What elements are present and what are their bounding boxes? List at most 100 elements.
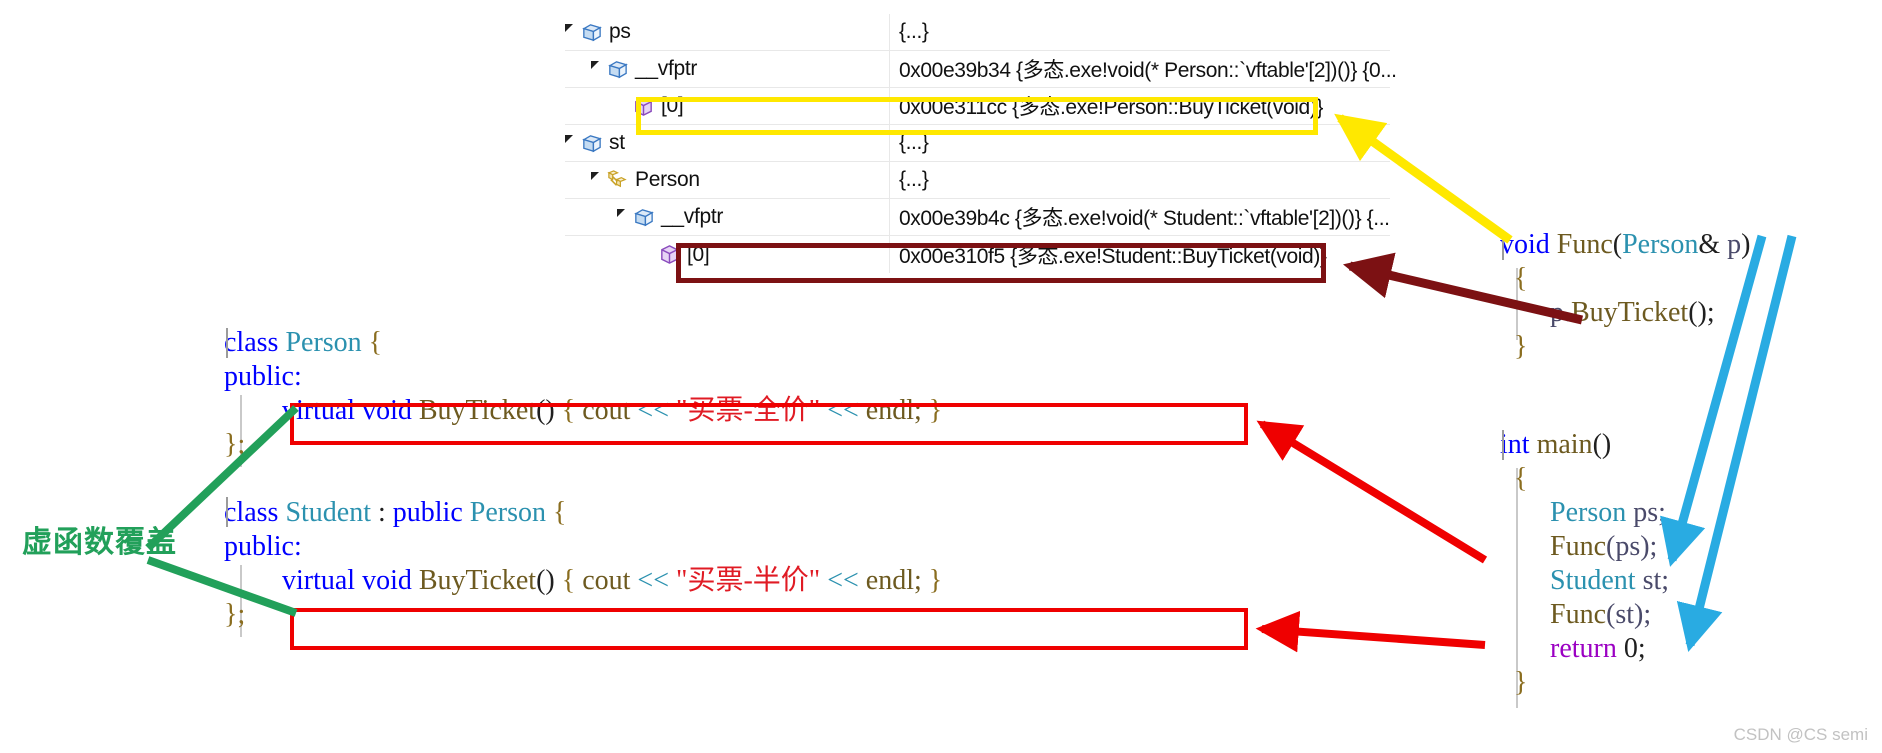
watch-row-st-person[interactable]: Person {...} <box>565 162 1390 199</box>
kw-return: return <box>1550 633 1617 664</box>
ident-cout-2: cout <box>582 565 631 596</box>
kw-class-2: class <box>224 497 279 528</box>
type-param-person: Person <box>1622 229 1699 260</box>
code-left-margin-bar-2 <box>226 497 228 527</box>
func-body-open: { <box>1514 263 1528 294</box>
watch-value: 0x00e311cc {多态.exe!Person::BuyTicket(voi… <box>899 96 1324 119</box>
main-parens: () <box>1592 429 1612 460</box>
watch-value: {...} <box>899 168 929 191</box>
colon: : <box>378 497 386 528</box>
expander-triangle-icon[interactable] <box>591 61 599 77</box>
body-open-2: { <box>561 565 576 596</box>
class-end-person: }; <box>224 429 246 460</box>
class-end-student: }; <box>224 599 246 630</box>
watch-node-label: [0] <box>661 94 684 117</box>
watch-row-ps-vfptr[interactable]: __vfptr 0x00e39b34 {多态.exe!void(* Person… <box>565 51 1397 88</box>
op-shift-2: << <box>827 395 859 426</box>
watch-name-cell: __vfptr <box>565 199 890 235</box>
brace-open-2: { <box>553 497 567 528</box>
expander-triangle-icon[interactable] <box>565 135 573 151</box>
brace-open: { <box>368 327 383 358</box>
type-person-decl: Person <box>1550 497 1627 528</box>
element-cube-icon <box>632 95 655 118</box>
watch-row-ps-vfptr-0[interactable]: [0] 0x00e311cc {多态.exe!Person::BuyTicket… <box>565 88 1390 125</box>
expander-triangle-icon[interactable] <box>565 24 573 40</box>
kw-int: int <box>1500 429 1530 460</box>
watch-value: {...} <box>899 20 929 43</box>
field-box-icon <box>632 206 655 229</box>
watch-name-cell: [0] <box>565 236 890 273</box>
parens: () <box>536 395 555 426</box>
func-body-close: } <box>1514 331 1528 362</box>
watch-name-cell: Person <box>565 162 890 198</box>
ident-cout: cout <box>582 395 631 426</box>
fn-main: main <box>1536 429 1593 460</box>
watermark: CSDN @CS semi <box>1733 725 1868 744</box>
fn-buyticket-2: BuyTicket <box>418 565 537 596</box>
kw-void-func: void <box>1500 229 1550 260</box>
op-shift-1: << <box>637 395 670 426</box>
base-class-icon <box>606 169 629 192</box>
code-block-person-student: class Person { public: virtual void BuyT… <box>224 326 942 632</box>
expander-triangle-icon[interactable] <box>591 172 599 188</box>
type-base-person: Person <box>469 497 547 528</box>
fn-func: Func <box>1556 229 1613 260</box>
watch-value: 0x00e39b4c {多态.exe!void(* Student::`vfta… <box>899 207 1390 230</box>
arrow-red-func-st-to-student-body <box>1255 610 1486 653</box>
op-shift-4: << <box>827 565 859 596</box>
watch-row-st-person-vfptr[interactable]: __vfptr 0x00e39b4c {多态.exe!void(* Studen… <box>565 199 1390 236</box>
string-literal-full-price: "买票-全价" <box>676 395 821 426</box>
ident-endl: endl; <box>865 395 922 426</box>
watch-row-ps[interactable]: ps {...} <box>565 14 1390 51</box>
paren-close: ) <box>1741 229 1751 260</box>
kw-void-2: void <box>362 565 412 596</box>
watch-node-label: __vfptr <box>635 57 698 80</box>
obj-p: p. <box>1550 297 1571 328</box>
debugger-watch-window: ps {...} __vfptr 0x00e39b34 {多态.exe!void… <box>565 14 1397 273</box>
code-right-margin-bar <box>1502 230 1504 260</box>
main-body-open: { <box>1514 463 1528 494</box>
parens-2: () <box>536 565 555 596</box>
watch-row-st-person-vfptr-0[interactable]: [0] 0x00e310f5 {多态.exe!Student::BuyTicke… <box>565 236 1390 273</box>
arrow-red-func-ps-to-person-body <box>1256 420 1488 564</box>
op-shift-3: << <box>637 565 670 596</box>
watch-node-label: st <box>609 131 625 154</box>
ident-endl-2: endl; <box>865 565 922 596</box>
type-student: Student <box>285 497 371 528</box>
call-func-ps: Func <box>1550 531 1606 562</box>
args-st: (st); <box>1606 599 1652 630</box>
main-body-close: } <box>1514 667 1528 698</box>
watch-row-st[interactable]: st {...} <box>565 125 1390 162</box>
body-close: } <box>928 395 943 426</box>
field-box-icon <box>606 58 629 81</box>
watch-value: {...} <box>899 131 929 154</box>
diagram-canvas: ps {...} __vfptr 0x00e39b34 {多态.exe!void… <box>0 0 1882 753</box>
kw-void: void <box>362 395 412 426</box>
access-public-2: public: <box>224 531 302 562</box>
var-st: st; <box>1642 565 1670 596</box>
ampersand: & <box>1698 229 1721 260</box>
type-person: Person <box>285 327 362 358</box>
kw-virtual: virtual <box>282 395 356 426</box>
watch-node-label: Person <box>635 168 700 191</box>
watch-name-cell: __vfptr <box>565 51 890 87</box>
code-block-func: void Func(Person& p) { p.BuyTicket(); } <box>1500 228 1750 364</box>
var-ps: ps; <box>1633 497 1666 528</box>
return-value: 0; <box>1623 633 1646 664</box>
kw-virtual-2: virtual <box>282 565 356 596</box>
watch-value: 0x00e39b34 {多态.exe!void(* Person::`vftab… <box>899 59 1397 82</box>
field-box-icon <box>580 21 603 44</box>
annotation-label-virtual-override: 虚函数覆盖 <box>22 526 177 559</box>
element-cube-icon <box>658 243 681 266</box>
watch-name-cell: st <box>565 125 890 161</box>
args-ps: (ps); <box>1606 531 1658 562</box>
field-box-icon <box>580 132 603 155</box>
expander-triangle-icon[interactable] <box>617 209 625 225</box>
kw-public-inherit: public <box>392 497 463 528</box>
body-open: { <box>561 395 576 426</box>
body-close-2: } <box>928 565 943 596</box>
fn-buyticket: BuyTicket <box>418 395 537 426</box>
string-literal-half-price: "买票-半价" <box>676 565 821 596</box>
param-p: p <box>1727 229 1742 260</box>
code-main-margin-bar <box>1502 430 1504 460</box>
